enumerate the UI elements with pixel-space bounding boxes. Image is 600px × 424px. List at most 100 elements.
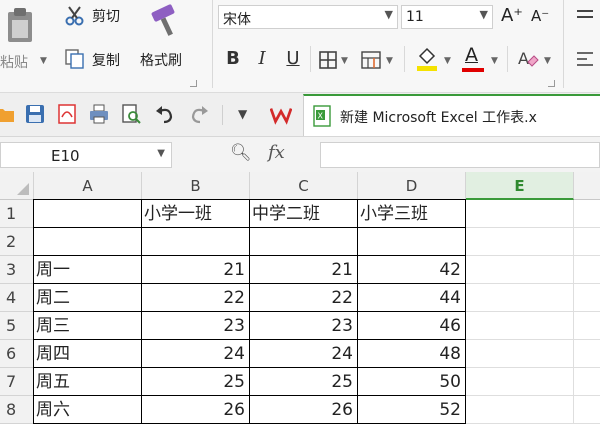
cell-f7[interactable] xyxy=(574,368,600,396)
open-folder-icon[interactable] xyxy=(0,103,16,125)
name-box[interactable]: E10 ▼ xyxy=(0,142,172,168)
cell-c4[interactable]: 22 xyxy=(250,284,358,312)
clear-format-dropdown-arrow[interactable]: ▼ xyxy=(544,56,551,66)
cell-f5[interactable] xyxy=(574,312,600,340)
shrink-font-button[interactable]: A⁻ xyxy=(531,7,549,25)
cell-b6[interactable]: 24 xyxy=(142,340,250,368)
cell-f3[interactable] xyxy=(574,256,600,284)
cell-c3[interactable]: 21 xyxy=(250,256,358,284)
cell-f4[interactable] xyxy=(574,284,600,312)
font-group-launcher[interactable] xyxy=(190,80,197,87)
copy-button[interactable]: 复制 xyxy=(62,46,132,72)
clear-format-icon[interactable]: A xyxy=(516,48,540,70)
fill-color-dropdown-arrow[interactable]: ▼ xyxy=(444,56,451,66)
redo-icon[interactable] xyxy=(188,103,210,125)
cell-e4[interactable] xyxy=(466,284,574,312)
cell-d2[interactable] xyxy=(358,228,466,256)
cell-b1[interactable]: 小学一班 xyxy=(142,200,250,228)
cell-d7[interactable]: 50 xyxy=(358,368,466,396)
cell-f2[interactable] xyxy=(574,228,600,256)
row-header[interactable]: 1 xyxy=(0,200,34,228)
cell-e5[interactable] xyxy=(466,312,574,340)
cell-e1[interactable] xyxy=(466,200,574,228)
column-header-e[interactable]: E xyxy=(466,172,574,200)
cell-b5[interactable]: 23 xyxy=(142,312,250,340)
cut-button[interactable]: 剪切 xyxy=(62,4,132,28)
paragraph-group-launcher[interactable] xyxy=(548,80,555,87)
cell-e7[interactable] xyxy=(466,368,574,396)
column-header-d[interactable]: D xyxy=(358,172,466,200)
cell-f1[interactable] xyxy=(574,200,600,228)
column-header-c[interactable]: C xyxy=(250,172,358,200)
cell-e8[interactable] xyxy=(466,396,574,424)
cell-e3[interactable] xyxy=(466,256,574,284)
cell-a1[interactable] xyxy=(34,200,142,228)
chevron-down-icon[interactable]: ▼ xyxy=(157,148,165,159)
cell-d5[interactable]: 46 xyxy=(358,312,466,340)
font-color-button[interactable]: A xyxy=(460,44,486,74)
row-header[interactable]: 6 xyxy=(0,340,34,368)
print-preview-icon[interactable] xyxy=(120,103,142,125)
cell-b2[interactable] xyxy=(142,228,250,256)
search-function-icon[interactable]: 🔍︎ xyxy=(230,143,252,163)
export-pdf-icon[interactable] xyxy=(56,103,78,125)
cell-a2[interactable] xyxy=(34,228,142,256)
paste-button[interactable]: 粘贴 ▼ xyxy=(0,4,52,74)
row-header[interactable]: 7 xyxy=(0,368,34,396)
grow-font-button[interactable]: A⁺ xyxy=(501,5,523,26)
underline-button[interactable]: U xyxy=(282,48,304,69)
cell-a8[interactable]: 周六 xyxy=(34,396,142,424)
cell-a7[interactable]: 周五 xyxy=(34,368,142,396)
select-all-corner[interactable] xyxy=(0,172,34,200)
merge-dropdown-arrow[interactable]: ▼ xyxy=(386,56,393,66)
cell-b8[interactable]: 26 xyxy=(142,396,250,424)
cell-a3[interactable]: 周一 xyxy=(34,256,142,284)
align-top-icon[interactable] xyxy=(575,8,595,24)
cell-e2[interactable] xyxy=(466,228,574,256)
save-icon[interactable] xyxy=(24,103,46,125)
cell-a5[interactable]: 周三 xyxy=(34,312,142,340)
align-left-icon[interactable] xyxy=(575,50,595,68)
undo-icon[interactable] xyxy=(154,103,176,125)
customize-toolbar-arrow[interactable]: ▼ xyxy=(238,107,247,121)
cell-f6[interactable] xyxy=(574,340,600,368)
cell-d4[interactable]: 44 xyxy=(358,284,466,312)
cell-f8[interactable] xyxy=(574,396,600,424)
formula-input[interactable] xyxy=(320,142,600,168)
cell-c2[interactable] xyxy=(250,228,358,256)
print-icon[interactable] xyxy=(88,103,110,125)
italic-button[interactable]: I xyxy=(251,48,273,69)
border-dropdown-arrow[interactable]: ▼ xyxy=(341,56,348,66)
row-header[interactable]: 2 xyxy=(0,228,34,256)
cell-c5[interactable]: 23 xyxy=(250,312,358,340)
cell-e6[interactable] xyxy=(466,340,574,368)
column-header-a[interactable]: A xyxy=(34,172,142,200)
font-color-dropdown-arrow[interactable]: ▼ xyxy=(491,56,498,66)
merge-cells-icon[interactable] xyxy=(360,50,382,70)
format-painter-button[interactable]: 格式刷 xyxy=(140,4,204,74)
cell-c8[interactable]: 26 xyxy=(250,396,358,424)
cell-b3[interactable]: 21 xyxy=(142,256,250,284)
cell-a6[interactable]: 周四 xyxy=(34,340,142,368)
cell-d1[interactable]: 小学三班 xyxy=(358,200,466,228)
bold-button[interactable]: B xyxy=(222,48,244,69)
font-size-select[interactable]: 11 ▼ xyxy=(401,5,493,29)
fill-color-icon[interactable] xyxy=(414,46,440,72)
cell-c7[interactable]: 25 xyxy=(250,368,358,396)
cell-c1[interactable]: 中学二班 xyxy=(250,200,358,228)
font-name-select[interactable]: 宋体 ▼ xyxy=(218,5,398,29)
border-icon[interactable] xyxy=(318,50,338,70)
wps-logo-icon[interactable] xyxy=(270,104,292,126)
cell-d8[interactable]: 52 xyxy=(358,396,466,424)
insert-function-button[interactable]: fx xyxy=(268,142,285,163)
row-header[interactable]: 4 xyxy=(0,284,34,312)
cell-c6[interactable]: 24 xyxy=(250,340,358,368)
row-header[interactable]: 3 xyxy=(0,256,34,284)
document-tab[interactable]: X 新建 Microsoft Excel 工作表.x xyxy=(303,94,600,136)
paste-dropdown-arrow[interactable]: ▼ xyxy=(40,56,47,66)
cell-d3[interactable]: 42 xyxy=(358,256,466,284)
cell-d6[interactable]: 48 xyxy=(358,340,466,368)
row-header[interactable]: 5 xyxy=(0,312,34,340)
row-header[interactable]: 8 xyxy=(0,396,34,424)
cell-b7[interactable]: 25 xyxy=(142,368,250,396)
